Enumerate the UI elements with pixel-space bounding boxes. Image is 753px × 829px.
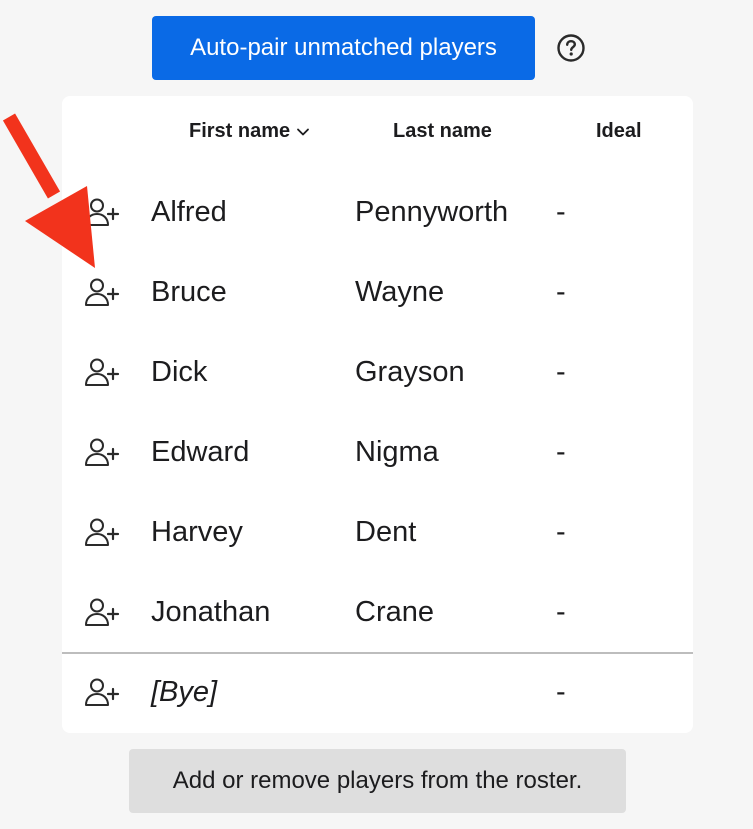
user-plus-icon[interactable]	[84, 357, 120, 389]
user-plus-icon[interactable]	[84, 197, 120, 229]
user-plus-icon[interactable]	[84, 517, 120, 549]
ideal-cell: -	[556, 356, 566, 388]
bye-label: [Bye]	[151, 676, 218, 708]
table-row: Bruce Wayne -	[62, 254, 693, 334]
ideal-cell: -	[556, 596, 566, 628]
edit-roster-button[interactable]: Add or remove players from the roster.	[129, 749, 626, 813]
bye-row: [Bye] -	[62, 654, 693, 734]
chevron-down-icon	[297, 128, 310, 135]
ideal-cell: -	[556, 276, 566, 308]
table-row: Alfred Pennyworth -	[62, 174, 693, 254]
last-name-header: Last name	[393, 120, 492, 142]
ideal-cell: -	[556, 516, 566, 548]
first-name-header[interactable]: First name	[189, 120, 310, 143]
first-name-cell: Alfred	[151, 196, 227, 228]
table-row: Edward Nigma -	[62, 414, 693, 494]
table-row: Dick Grayson -	[62, 334, 693, 414]
page: Auto-pair unmatched players First name L…	[0, 0, 753, 829]
user-plus-icon[interactable]	[84, 277, 120, 309]
last-name-cell: Nigma	[355, 436, 439, 468]
user-plus-icon[interactable]	[84, 677, 120, 709]
last-name-cell: Wayne	[355, 276, 445, 308]
first-name-cell: Dick	[151, 356, 208, 388]
first-name-header-label: First name	[189, 120, 291, 142]
bye-ideal: -	[556, 676, 566, 708]
last-name-cell: Crane	[355, 596, 434, 628]
first-name-cell: Bruce	[151, 276, 227, 308]
user-plus-icon[interactable]	[84, 437, 120, 469]
first-name-cell: Jonathan	[151, 596, 271, 628]
user-plus-icon[interactable]	[84, 597, 120, 629]
ideal-cell: -	[556, 436, 566, 468]
last-name-cell: Dent	[355, 516, 417, 548]
ideal-cell: -	[556, 196, 566, 228]
table-row: Jonathan Crane -	[62, 574, 693, 654]
first-name-cell: Edward	[151, 436, 250, 468]
help-icon[interactable]	[556, 33, 586, 63]
ideal-header: Ideal	[596, 120, 642, 142]
table-row: Harvey Dent -	[62, 494, 693, 574]
auto-pair-button[interactable]: Auto-pair unmatched players	[152, 16, 535, 80]
last-name-cell: Pennyworth	[355, 196, 509, 228]
last-name-cell: Grayson	[355, 356, 465, 388]
first-name-cell: Harvey	[151, 516, 243, 548]
